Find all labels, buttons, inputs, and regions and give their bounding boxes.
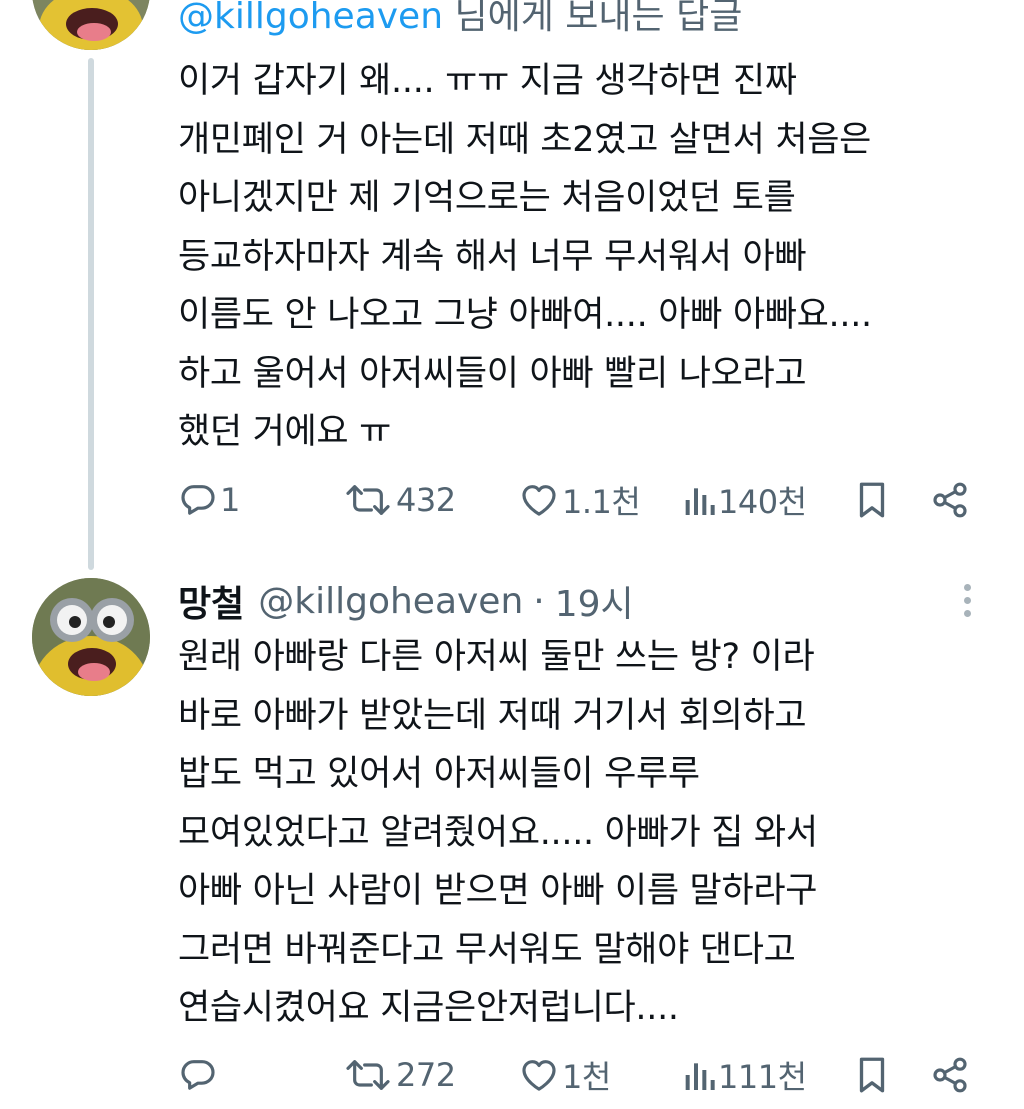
more-icon	[952, 584, 982, 617]
reply-icon	[181, 485, 215, 515]
reply-count: 1	[220, 481, 240, 519]
tweet-line: 했던 거에요 ㅠ	[178, 412, 392, 452]
tweet-actions: 1 432 1.1천 140천	[178, 475, 978, 525]
bookmark-button[interactable]	[854, 475, 890, 525]
tweet-line: 이거 갑자기 왜.... ㅠㅠ 지금 생각하면 진짜	[178, 61, 797, 101]
timestamp[interactable]: 19시	[555, 575, 634, 627]
retweet-icon	[346, 485, 390, 515]
views-count: 111천	[718, 1058, 807, 1096]
tweet-line: 아빠 아닌 사람이 받으면 아빠 이름 말하라구	[178, 871, 818, 911]
views-count: 140천	[718, 483, 807, 521]
like-icon	[522, 1060, 556, 1091]
reply-icon	[181, 1060, 215, 1090]
tweet-header: 망철 @killgoheaven · 19시	[178, 576, 634, 626]
tweet-line: 이름도 안 나오고 그냥 아빠여.... 아빠 아빠요....	[178, 295, 872, 335]
like-count: 1천	[562, 1058, 611, 1096]
reply-button[interactable]	[178, 1050, 220, 1100]
tweet-line: 그러면 바꿔준다고 무서워도 말해야 댄다고	[178, 929, 796, 970]
retweet-count: 432	[396, 481, 456, 519]
replying-to-label: @killgoheaven 님에게 보내는 답글	[178, 0, 742, 38]
views-icon	[685, 488, 715, 515]
thread-line	[88, 58, 94, 570]
retweet-icon	[346, 1060, 390, 1090]
tweet-line: 아니겠지만 제 기억으로는 처음이었던 토를	[178, 178, 796, 218]
tweet-line: 연습시켰어요 지금은안저럽니다....	[178, 988, 679, 1028]
share-button[interactable]	[930, 1050, 970, 1100]
tweet-line: 모여있었다고 알려줬어요..... 아빠가 집 와서	[178, 812, 818, 853]
display-name[interactable]: 망철	[178, 575, 244, 627]
user-handle[interactable]: @killgoheaven	[258, 581, 523, 622]
more-options-button[interactable]	[952, 584, 982, 624]
like-icon	[522, 485, 556, 516]
views-button[interactable]: 111천	[682, 1050, 807, 1100]
share-button[interactable]	[930, 475, 970, 525]
tweet-line: 개민폐인 거 아는데 저때 초2였고 살면서 처음은	[178, 119, 872, 160]
bookmark-icon	[859, 1057, 885, 1093]
views-icon	[685, 1063, 715, 1090]
bookmark-button[interactable]	[854, 1050, 890, 1100]
reply-handle-link[interactable]: @killgoheaven	[178, 0, 443, 37]
views-button[interactable]: 140천	[682, 475, 807, 525]
tweet-line: 하고 울어서 아저씨들이 아빠 빨리 나오라고	[178, 353, 807, 394]
like-count: 1.1천	[562, 483, 641, 521]
tweet-line: 원래 아빠랑 다른 아저씨 둘만 쓰는 방? 이라	[178, 637, 815, 677]
retweet-count: 272	[396, 1056, 456, 1094]
tweet-actions: 272 1천 111천	[178, 1050, 978, 1100]
retweet-button[interactable]: 272	[342, 1050, 456, 1100]
avatar[interactable]	[32, 578, 150, 696]
like-button[interactable]: 1천	[518, 1050, 611, 1100]
tweet-line: 등교하자마자 계속 해서 너무 무서워서 아빠	[178, 236, 807, 277]
avatar[interactable]	[32, 0, 150, 50]
tweet-text: 원래 아빠랑 다른 아저씨 둘만 쓰는 방? 이라 바로 아빠가 받았는데 저때…	[178, 628, 818, 1038]
separator-dot: ·	[533, 580, 545, 622]
share-icon	[933, 1057, 967, 1093]
bookmark-icon	[859, 482, 885, 518]
retweet-button[interactable]: 432	[342, 475, 456, 525]
tweet-line: 바로 아빠가 받았는데 저때 거기서 회의하고	[178, 695, 807, 736]
reply-suffix: 님에게 보내는 답글	[443, 0, 743, 37]
tweet-text: 이거 갑자기 왜.... ㅠㅠ 지금 생각하면 진짜 개민폐인 거 아는데 저때…	[178, 52, 872, 462]
share-icon	[933, 482, 967, 518]
reply-button[interactable]: 1	[178, 475, 240, 525]
like-button[interactable]: 1.1천	[518, 475, 641, 525]
tweet-line: 밥도 먹고 있어서 아저씨들이 우루루	[178, 754, 700, 794]
